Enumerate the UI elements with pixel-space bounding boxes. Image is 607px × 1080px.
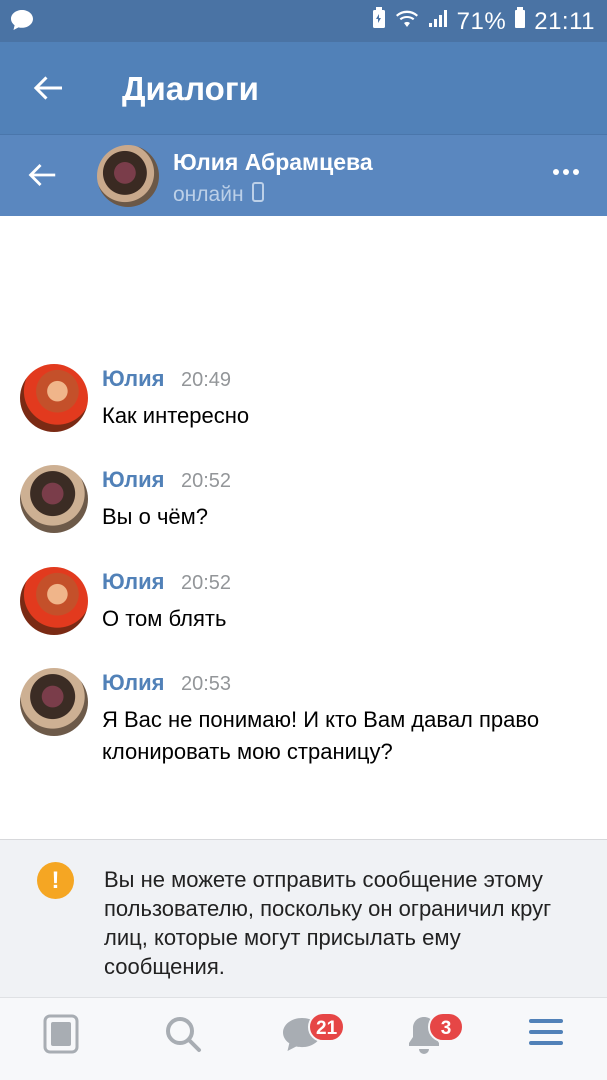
battery-percent: 71% <box>456 7 507 35</box>
sender-name[interactable]: Юлия <box>102 366 164 392</box>
message-text: Вы о чём? <box>102 504 209 529</box>
message-text: Как интересно <box>102 403 250 428</box>
sender-avatar[interactable] <box>20 567 88 635</box>
chat-back-button[interactable] <box>25 158 59 192</box>
battery-icon <box>514 7 526 36</box>
chat-notification-icon <box>10 9 34 36</box>
sender-avatar[interactable] <box>20 364 88 432</box>
nav-messages[interactable]: 21 <box>272 1012 346 1064</box>
warning-icon: ! <box>37 862 74 899</box>
message-time: 20:52 <box>181 470 232 492</box>
sender-name[interactable]: Юлия <box>102 670 164 696</box>
back-button[interactable] <box>30 70 66 106</box>
contact-status: онлайн <box>173 182 264 208</box>
message-text: Я Вас не понимаю! И кто Вам давал право … <box>102 707 540 764</box>
notice-text: Вы не можете отправить сообщение этому п… <box>104 867 552 979</box>
clock: 21:11 <box>534 7 595 35</box>
contact-avatar[interactable] <box>97 145 159 207</box>
arrow-left-icon <box>28 164 56 186</box>
messages-count-badge: 21 <box>308 1012 346 1042</box>
more-options-button[interactable] <box>553 169 579 175</box>
bottom-nav: 21 3 <box>0 997 607 1080</box>
nav-search[interactable] <box>153 1014 213 1064</box>
app-bar: Диалоги <box>0 42 607 134</box>
page-title: Диалоги <box>122 70 259 107</box>
sender-avatar[interactable] <box>20 668 88 736</box>
wifi-icon <box>395 7 419 36</box>
news-icon <box>43 1014 79 1054</box>
contact-status-label: онлайн <box>173 183 244 206</box>
message-time: 20:49 <box>181 369 232 391</box>
hamburger-menu-icon <box>529 1019 563 1045</box>
arrow-left-icon <box>33 76 62 100</box>
sender-name[interactable]: Юлия <box>102 569 164 595</box>
message-list: Юлия 20:49 Как интересно Юлия 20:52 Вы о… <box>0 216 607 839</box>
battery-saver-icon <box>371 6 387 37</box>
notifications-count-badge: 3 <box>428 1012 464 1042</box>
chat-header: Юлия Абрамцева онлайн <box>0 134 607 216</box>
cannot-send-notice: ! Вы не можете отправить сообщение этому… <box>0 839 607 997</box>
contact-name[interactable]: Юлия Абрамцева <box>173 149 373 176</box>
nav-notifications[interactable]: 3 <box>394 1012 464 1064</box>
sender-avatar[interactable] <box>20 465 88 533</box>
message-time: 20:52 <box>181 572 232 594</box>
sender-name[interactable]: Юлия <box>102 467 164 493</box>
message-text: О том блять <box>102 606 227 631</box>
nav-menu[interactable] <box>516 1014 576 1064</box>
nav-news[interactable] <box>31 1014 91 1064</box>
search-icon <box>166 1017 201 1052</box>
signal-icon <box>427 7 449 36</box>
status-bar: 71% 21:11 <box>0 0 607 42</box>
message-time: 20:53 <box>181 673 232 695</box>
mobile-phone-icon <box>251 182 264 208</box>
